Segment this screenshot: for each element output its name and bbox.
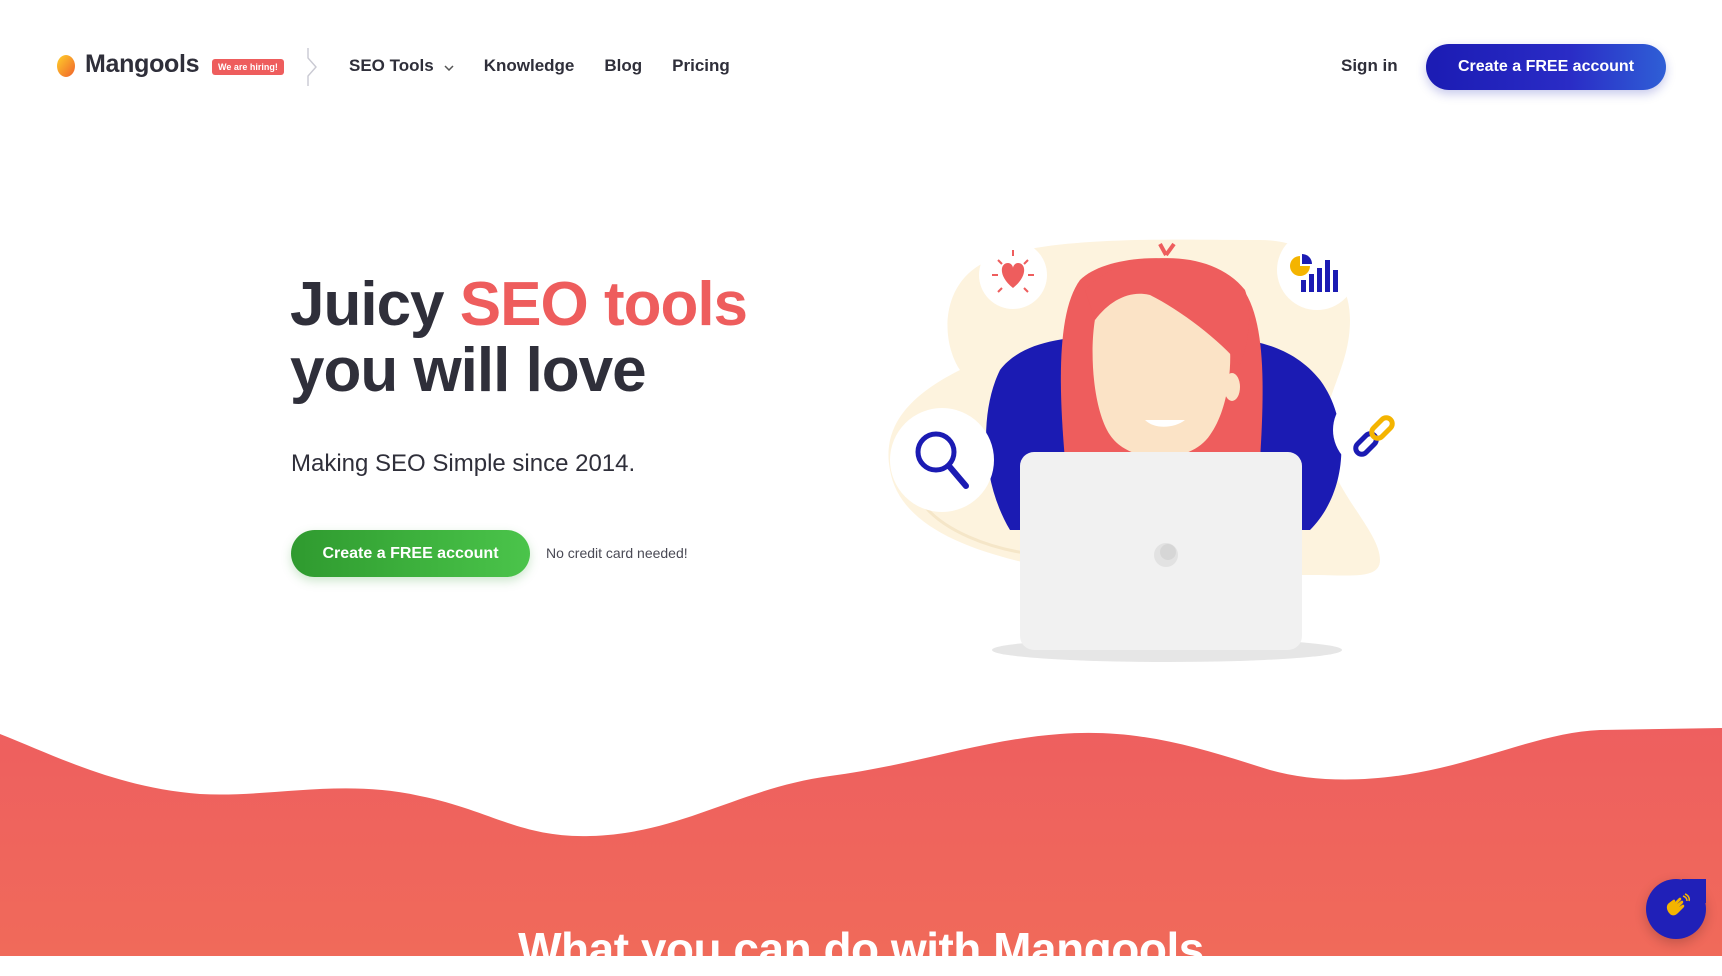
nav-pricing[interactable]: Pricing <box>672 56 730 76</box>
hero-subtitle: Making SEO Simple since 2014. <box>291 450 636 477</box>
logo-text: Mangools <box>85 50 200 78</box>
chain-link-icon <box>1333 390 1413 470</box>
nav-knowledge[interactable]: Knowledge <box>484 56 575 76</box>
create-account-button-header[interactable]: Create a FREE account <box>1426 44 1666 90</box>
chat-widget-button[interactable] <box>1646 879 1706 939</box>
logo[interactable]: Mangools <box>55 50 200 79</box>
nav-divider <box>306 48 320 91</box>
sign-in-link[interactable]: Sign in <box>1341 56 1398 76</box>
section-title: What you can do with Mangools <box>518 923 1204 975</box>
hiring-badge[interactable]: We are hiring! <box>212 59 284 75</box>
create-account-button-hero[interactable]: Create a FREE account <box>291 530 530 577</box>
bar-chart-icon <box>1277 230 1357 310</box>
heart-icon <box>979 241 1047 309</box>
mango-logo-icon <box>55 52 77 78</box>
site-header: Mangools We are hiring! SEO Tools Knowle… <box>0 0 1722 134</box>
no-credit-card-note: No credit card needed! <box>546 545 688 561</box>
hero-title: Juicy SEO tools you will love <box>290 270 748 405</box>
nav-seo-tools[interactable]: SEO Tools <box>349 56 454 76</box>
chevron-down-icon <box>444 56 454 76</box>
waving-hand-icon <box>1661 892 1691 927</box>
hero-illustration <box>880 230 1420 670</box>
nav-seo-tools-label: SEO Tools <box>349 56 434 75</box>
magnifier-icon <box>890 408 994 512</box>
nav-blog[interactable]: Blog <box>604 56 642 76</box>
hero-title-line2: you will love <box>290 336 647 405</box>
main-nav: SEO Tools Knowledge Blog Pricing <box>349 56 760 76</box>
hero-title-part1: Juicy <box>290 270 460 339</box>
hero-title-accent: SEO tools <box>459 270 748 339</box>
